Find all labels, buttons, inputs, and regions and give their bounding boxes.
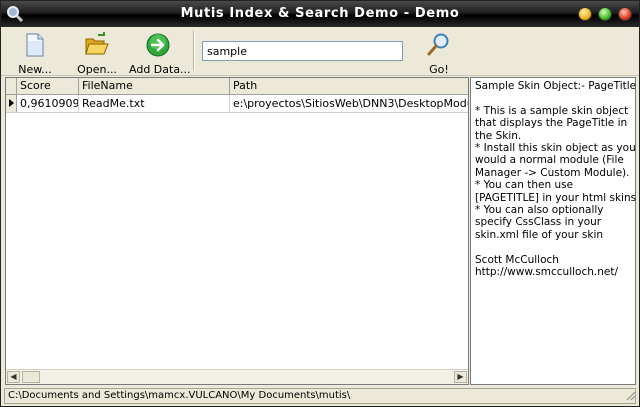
open-button[interactable]: Open... xyxy=(73,29,121,76)
title-bar[interactable]: Mutis Index & Search Demo - Demo xyxy=(1,1,639,27)
preview-line: Sample Skin Object:- PageTitle xyxy=(475,80,637,92)
column-header-filename[interactable]: FileName xyxy=(79,78,230,94)
add-data-button-label: Add Data... xyxy=(129,63,191,76)
grid-header: Score FileName Path xyxy=(6,78,468,95)
toolbar-separator xyxy=(193,31,195,71)
table-row[interactable]: 0,9610909 ReadMe.txt e:\proyectos\Sitios… xyxy=(6,95,468,113)
preview-line: Manager -> Custom Module). xyxy=(475,166,630,179)
column-header-score[interactable]: Score xyxy=(17,78,79,94)
cell-score[interactable]: 0,9610909 xyxy=(17,95,79,112)
results-grid[interactable]: Score FileName Path 0,9610909 ReadMe.txt… xyxy=(5,77,469,385)
go-button-label: Go! xyxy=(429,63,449,76)
magnifier-icon xyxy=(427,33,449,56)
preview-line: * You can then use xyxy=(475,179,574,192)
preview-line: [PAGETITLE] in your html skins xyxy=(475,191,637,204)
row-selector[interactable] xyxy=(6,95,17,112)
preview-line: * Install this skin object as you xyxy=(475,142,636,155)
close-button[interactable] xyxy=(618,7,632,21)
status-path: C:\Documents and Settings\mamcx.VULCANO\… xyxy=(8,390,351,401)
horizontal-scrollbar[interactable]: ◀ ▶ xyxy=(6,369,468,384)
row-pointer-icon xyxy=(9,99,14,107)
preview-line: would a normal module (File xyxy=(475,154,624,167)
open-folder-icon xyxy=(85,32,109,55)
cell-path[interactable]: e:\proyectos\SitiosWeb\DNN3\DesktopModul… xyxy=(230,95,468,112)
preview-line: * You can also optionally xyxy=(475,204,604,217)
minimize-button[interactable] xyxy=(578,7,592,21)
column-header-path[interactable]: Path xyxy=(230,78,468,94)
preview-line: Scott McCulloch xyxy=(475,253,559,266)
status-bar: C:\Documents and Settings\mamcx.VULCANO\… xyxy=(4,388,636,404)
resize-grip-icon[interactable] xyxy=(626,391,636,401)
scroll-left-button[interactable]: ◀ xyxy=(7,371,20,383)
new-document-icon xyxy=(26,33,44,57)
preview-line xyxy=(475,92,631,104)
maximize-button[interactable] xyxy=(598,7,612,21)
document-preview-panel: Sample Skin Object:- PageTitle * This is… xyxy=(470,77,636,385)
preview-line: skin.xml file of your skin xyxy=(475,228,604,241)
preview-line: that displays the PageTitle in xyxy=(475,117,628,130)
add-data-button[interactable]: Add Data... xyxy=(129,29,191,76)
open-button-label: Open... xyxy=(77,63,117,76)
preview-line: specify CssClass in your xyxy=(475,216,602,229)
scroll-right-button[interactable]: ▶ xyxy=(454,371,467,383)
cell-filename[interactable]: ReadMe.txt xyxy=(79,95,230,112)
header-corner xyxy=(6,78,17,94)
go-button[interactable]: Go! xyxy=(421,29,457,76)
preview-line: * This is a sample skin object xyxy=(475,104,629,117)
new-button[interactable]: New... xyxy=(11,29,59,76)
new-button-label: New... xyxy=(18,63,52,76)
window-title: Mutis Index & Search Demo - Demo xyxy=(180,6,460,21)
preview-line: http://www.smcculloch.net/ xyxy=(475,266,618,279)
search-input[interactable] xyxy=(202,41,403,61)
preview-line xyxy=(475,241,631,253)
app-window: Mutis Index & Search Demo - Demo New... … xyxy=(0,0,640,407)
preview-line: the Skin. xyxy=(475,129,522,142)
add-data-icon xyxy=(146,33,170,57)
scroll-thumb[interactable] xyxy=(22,371,40,383)
